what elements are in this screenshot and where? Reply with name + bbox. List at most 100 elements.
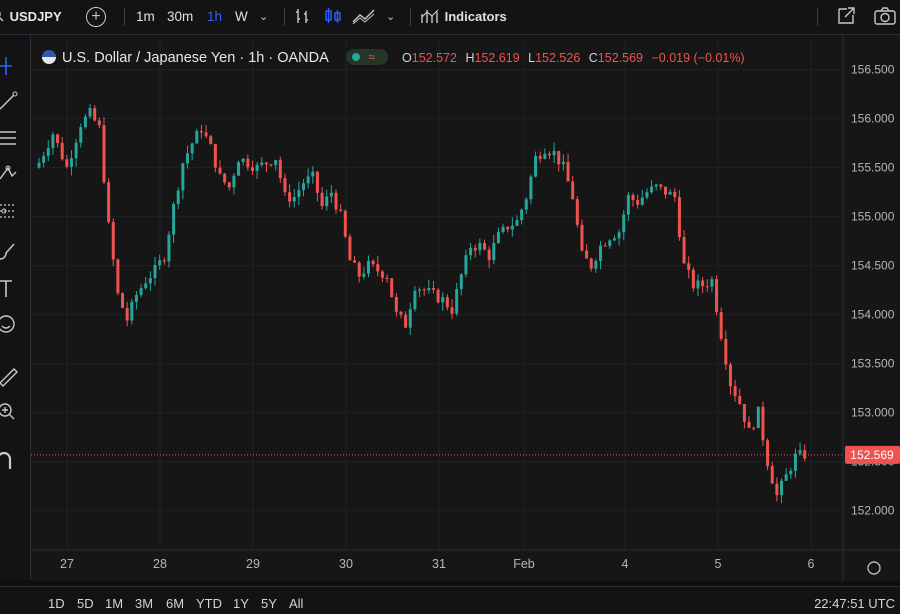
divider: [124, 8, 125, 26]
candle-body: [241, 158, 245, 163]
candle-body: [42, 155, 46, 163]
candle-body: [292, 197, 296, 202]
candle-body: [798, 450, 802, 454]
candle-body: [46, 148, 50, 156]
candle-body: [311, 171, 315, 177]
candle-body: [74, 142, 78, 159]
candle-body: [552, 150, 556, 156]
timeframe-1h[interactable]: 1h: [207, 0, 222, 34]
horizontal-lines-icon[interactable]: [0, 125, 26, 151]
range-1y[interactable]: 1Y: [233, 596, 249, 611]
range-5y[interactable]: 5Y: [261, 596, 277, 611]
us-flag-icon: [42, 50, 56, 64]
candle-body: [691, 269, 695, 289]
candle-body: [334, 192, 338, 210]
candle-body: [459, 274, 463, 290]
time-tick-label: 4: [622, 557, 629, 571]
candle-body: [696, 280, 700, 289]
timeframe-30m[interactable]: 30m: [167, 0, 193, 34]
range-6m[interactable]: 6M: [166, 596, 184, 611]
range-3m[interactable]: 3M: [135, 596, 153, 611]
chart-pane[interactable]: 156.500 156.000 155.500 155.000 154.500 154.0…: [31, 35, 900, 581]
candle-body: [274, 160, 278, 166]
utc-clock[interactable]: 22:47:51 UTC: [814, 596, 895, 611]
pattern-icon[interactable]: [0, 161, 26, 187]
symbol-search[interactable]: USDJPY: [0, 0, 62, 34]
candle-body: [431, 288, 435, 290]
text-icon[interactable]: [0, 275, 26, 301]
candle-body: [227, 182, 231, 188]
candle-body: [719, 312, 723, 340]
area-style-icon[interactable]: [352, 0, 376, 34]
candle-style-icon[interactable]: [324, 0, 342, 34]
candle-body: [473, 247, 477, 251]
range-5d[interactable]: 5D: [77, 596, 94, 611]
timeframe-w[interactable]: W: [235, 0, 248, 34]
time-tick-label: 27: [60, 557, 74, 571]
range-ytd[interactable]: YTD: [196, 596, 222, 611]
candle-body: [766, 440, 770, 467]
candle-body: [445, 297, 449, 308]
zoom-in-icon[interactable]: [0, 399, 26, 425]
candle-body: [603, 245, 607, 247]
brush-icon[interactable]: [0, 237, 26, 263]
candle-body: [366, 260, 370, 274]
candle-body: [455, 289, 459, 314]
candle-body: [571, 181, 575, 200]
candle-body: [599, 245, 603, 262]
settings-icon[interactable]: [867, 561, 881, 575]
last-price-label: 152.569: [850, 448, 894, 462]
price-tick-label: 156.000: [851, 112, 895, 126]
candle-body: [390, 278, 394, 297]
candle-body: [125, 307, 129, 321]
candle-body: [172, 204, 176, 235]
candlestick-chart[interactable]: 156.500 156.000 155.500 155.000 154.500 154.0…: [31, 35, 900, 581]
candle-body: [121, 293, 125, 308]
divider: [284, 8, 285, 26]
market-status-pill[interactable]: ≈: [346, 49, 389, 65]
range-all[interactable]: All: [289, 596, 303, 611]
fullscreen-icon[interactable]: [836, 0, 856, 34]
range-1m[interactable]: 1M: [105, 596, 123, 611]
candle-body: [496, 231, 500, 244]
range-1d[interactable]: 1D: [48, 596, 65, 611]
candle-body: [399, 311, 403, 315]
drawing-toolbar: [0, 35, 31, 580]
candle-body: [780, 480, 784, 496]
fib-retracement-icon[interactable]: [0, 199, 26, 225]
magnet-icon[interactable]: [0, 447, 26, 473]
candle-body: [487, 249, 491, 261]
timeframe-1m[interactable]: 1m: [136, 0, 155, 34]
candle-body: [770, 466, 774, 484]
candle-body: [793, 453, 797, 471]
camera-icon[interactable]: [873, 0, 897, 34]
candle-body: [515, 220, 519, 226]
add-symbol-icon[interactable]: +: [86, 7, 106, 27]
candle-body: [162, 260, 166, 262]
candle-body: [677, 197, 681, 237]
candle-body: [339, 209, 343, 211]
emoji-icon[interactable]: [0, 311, 26, 337]
candle-body: [134, 295, 138, 302]
high-value: 152.619: [474, 51, 520, 65]
chevron-down-icon[interactable]: ⌄: [259, 0, 268, 34]
candle-body: [181, 163, 185, 191]
candle-body: [575, 199, 579, 225]
candle-body: [450, 307, 454, 314]
candle-body: [116, 259, 120, 294]
change-value: −0.019 (−0.01%): [651, 51, 745, 65]
time-tick-label: 5: [715, 557, 722, 571]
trend-line-icon[interactable]: [0, 87, 26, 113]
candle-body: [626, 194, 630, 215]
candle-body: [422, 289, 426, 291]
bar-style-icon[interactable]: [294, 0, 312, 34]
chevron-down-icon[interactable]: ⌄: [386, 0, 395, 34]
candle-body: [199, 131, 203, 133]
candle-body: [687, 263, 691, 270]
crosshair-icon[interactable]: [0, 53, 26, 79]
candle-body: [283, 178, 287, 193]
indicators-button[interactable]: Indicators: [421, 0, 507, 34]
candle-body: [510, 225, 514, 230]
candle-body: [288, 192, 292, 202]
ruler-icon[interactable]: [0, 361, 26, 387]
